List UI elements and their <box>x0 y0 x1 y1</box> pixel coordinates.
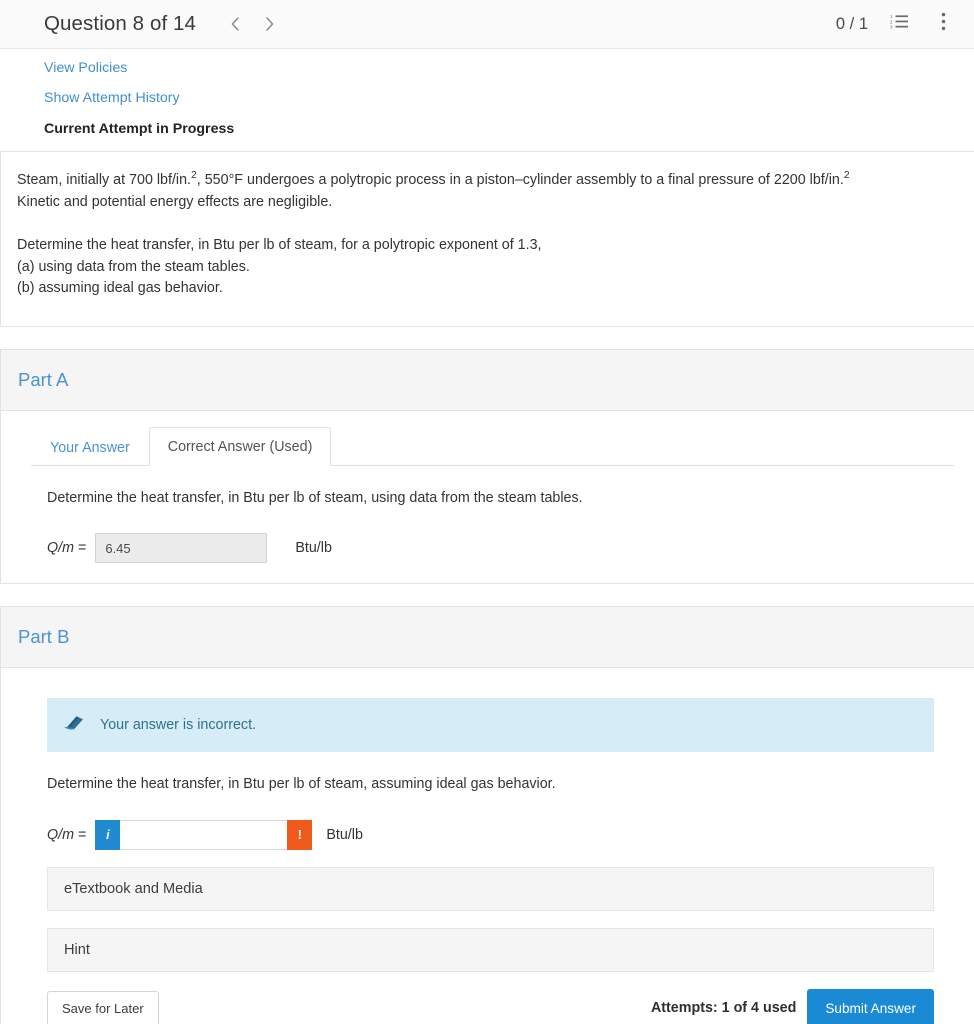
hint-row[interactable]: Hint <box>47 927 934 972</box>
part-a-answer-label: Q/m = <box>47 540 86 556</box>
part-b-answer-label: Q/m = <box>47 827 86 843</box>
question-line-2: Kinetic and potential energy effects are… <box>17 194 333 211</box>
chevron-right-icon <box>263 16 276 32</box>
save-for-later-button[interactable]: Save for Later <box>47 990 159 1024</box>
part-b-body: Your answer is incorrect. Determine the … <box>1 668 974 1024</box>
show-attempt-history-link[interactable]: Show Attempt History <box>44 91 180 105</box>
current-attempt-status: Current Attempt in Progress <box>44 121 235 138</box>
policy-links: View Policies Show Attempt History Curre… <box>0 49 974 138</box>
question-navigation <box>218 7 286 41</box>
more-options-button[interactable] <box>930 11 956 37</box>
part-b-symbol: Q/m <box>47 826 75 843</box>
part-b-prompt: Determine the heat transfer, in Btu per … <box>47 776 556 793</box>
page-title: Question 8 of 14 <box>44 12 197 35</box>
chevron-left-icon <box>229 16 242 32</box>
tab-your-answer[interactable]: Your Answer <box>31 428 149 466</box>
question-line-1-part-a: Steam, initially at 700 lbf/in. <box>17 172 192 189</box>
question-list-button[interactable]: 1 2 3 <box>886 11 912 37</box>
incorrect-answer-alert: Your answer is incorrect. <box>47 698 934 753</box>
part-b-footer: Save for Later Attempts: 1 of 4 used Sub… <box>47 988 934 1024</box>
question-line-3: Determine the heat transfer, in Btu per … <box>17 236 542 253</box>
part-b-header: Part B <box>1 607 974 669</box>
prev-question-button[interactable] <box>218 7 252 41</box>
eraser-icon <box>63 715 84 735</box>
part-a-answer-input <box>95 533 268 564</box>
part-b-equals: = <box>74 826 87 843</box>
etextbook-and-media-row[interactable]: eTextbook and Media <box>47 866 934 911</box>
part-a-header: Part A <box>1 350 974 411</box>
superscript-2-second: 2 <box>843 170 850 182</box>
attempts-counter: Attempts: 1 of 4 used <box>650 1000 797 1017</box>
part-b-panel: Part B Your answer is incorrect. Determi… <box>0 606 974 1024</box>
info-icon[interactable]: i <box>95 819 121 850</box>
next-question-button[interactable] <box>252 7 286 41</box>
header-actions: 0 / 1 1 2 3 <box>836 11 956 37</box>
part-a-panel: Part A Your Answer Correct Answer (Used)… <box>0 349 974 585</box>
question-line-4: (a) using data from the steam tables. <box>17 258 250 275</box>
question-line-1: Steam, initially at 700 lbf/in. 2, 550°F … <box>17 170 952 192</box>
part-b-input-group: i ! <box>95 819 313 850</box>
part-a-answer-row: Q/m = Btu/lb <box>17 509 954 564</box>
part-a-prompt: Determine the heat transfer, in Btu per … <box>47 490 583 506</box>
submit-answer-button[interactable]: Submit Answer <box>807 988 934 1024</box>
numbered-list-icon: 1 2 3 <box>890 13 909 35</box>
score-display: 0 / 1 <box>835 14 868 33</box>
view-policies-link[interactable]: View Policies <box>44 61 127 75</box>
part-a-body: Your Answer Correct Answer (Used) Determ… <box>1 411 974 583</box>
part-b-units: Btu/lb <box>326 826 363 843</box>
svg-text:3: 3 <box>890 25 893 30</box>
question-line-5: (b) assuming ideal gas behavior. <box>17 280 223 297</box>
footer-right-group: Attempts: 1 of 4 used Submit Answer <box>650 988 934 1024</box>
part-a-units: Btu/lb <box>295 540 332 557</box>
tab-correct-answer[interactable]: Correct Answer (Used) <box>148 427 332 466</box>
question-line-1-part-b: , 550°F undergoes a polytropic process i… <box>196 172 844 189</box>
part-a-tabs: Your Answer Correct Answer (Used) <box>31 427 954 466</box>
alert-message: Your answer is incorrect. <box>100 717 257 734</box>
part-b-answer-input[interactable] <box>120 819 288 850</box>
error-icon[interactable]: ! <box>287 819 313 850</box>
part-b-title: Part B <box>18 626 70 648</box>
part-a-equals: = <box>74 540 87 557</box>
question-header: Question 8 of 14 0 / 1 1 2 3 <box>0 0 974 49</box>
vertical-dots-icon <box>941 12 946 36</box>
question-statement: Steam, initially at 700 lbf/in. 2, 550°F … <box>0 151 974 327</box>
part-a-title: Part A <box>18 369 69 390</box>
part-a-symbol: Q/m <box>47 540 75 557</box>
part-b-answer-row: Q/m = i ! Btu/lb <box>17 796 954 850</box>
